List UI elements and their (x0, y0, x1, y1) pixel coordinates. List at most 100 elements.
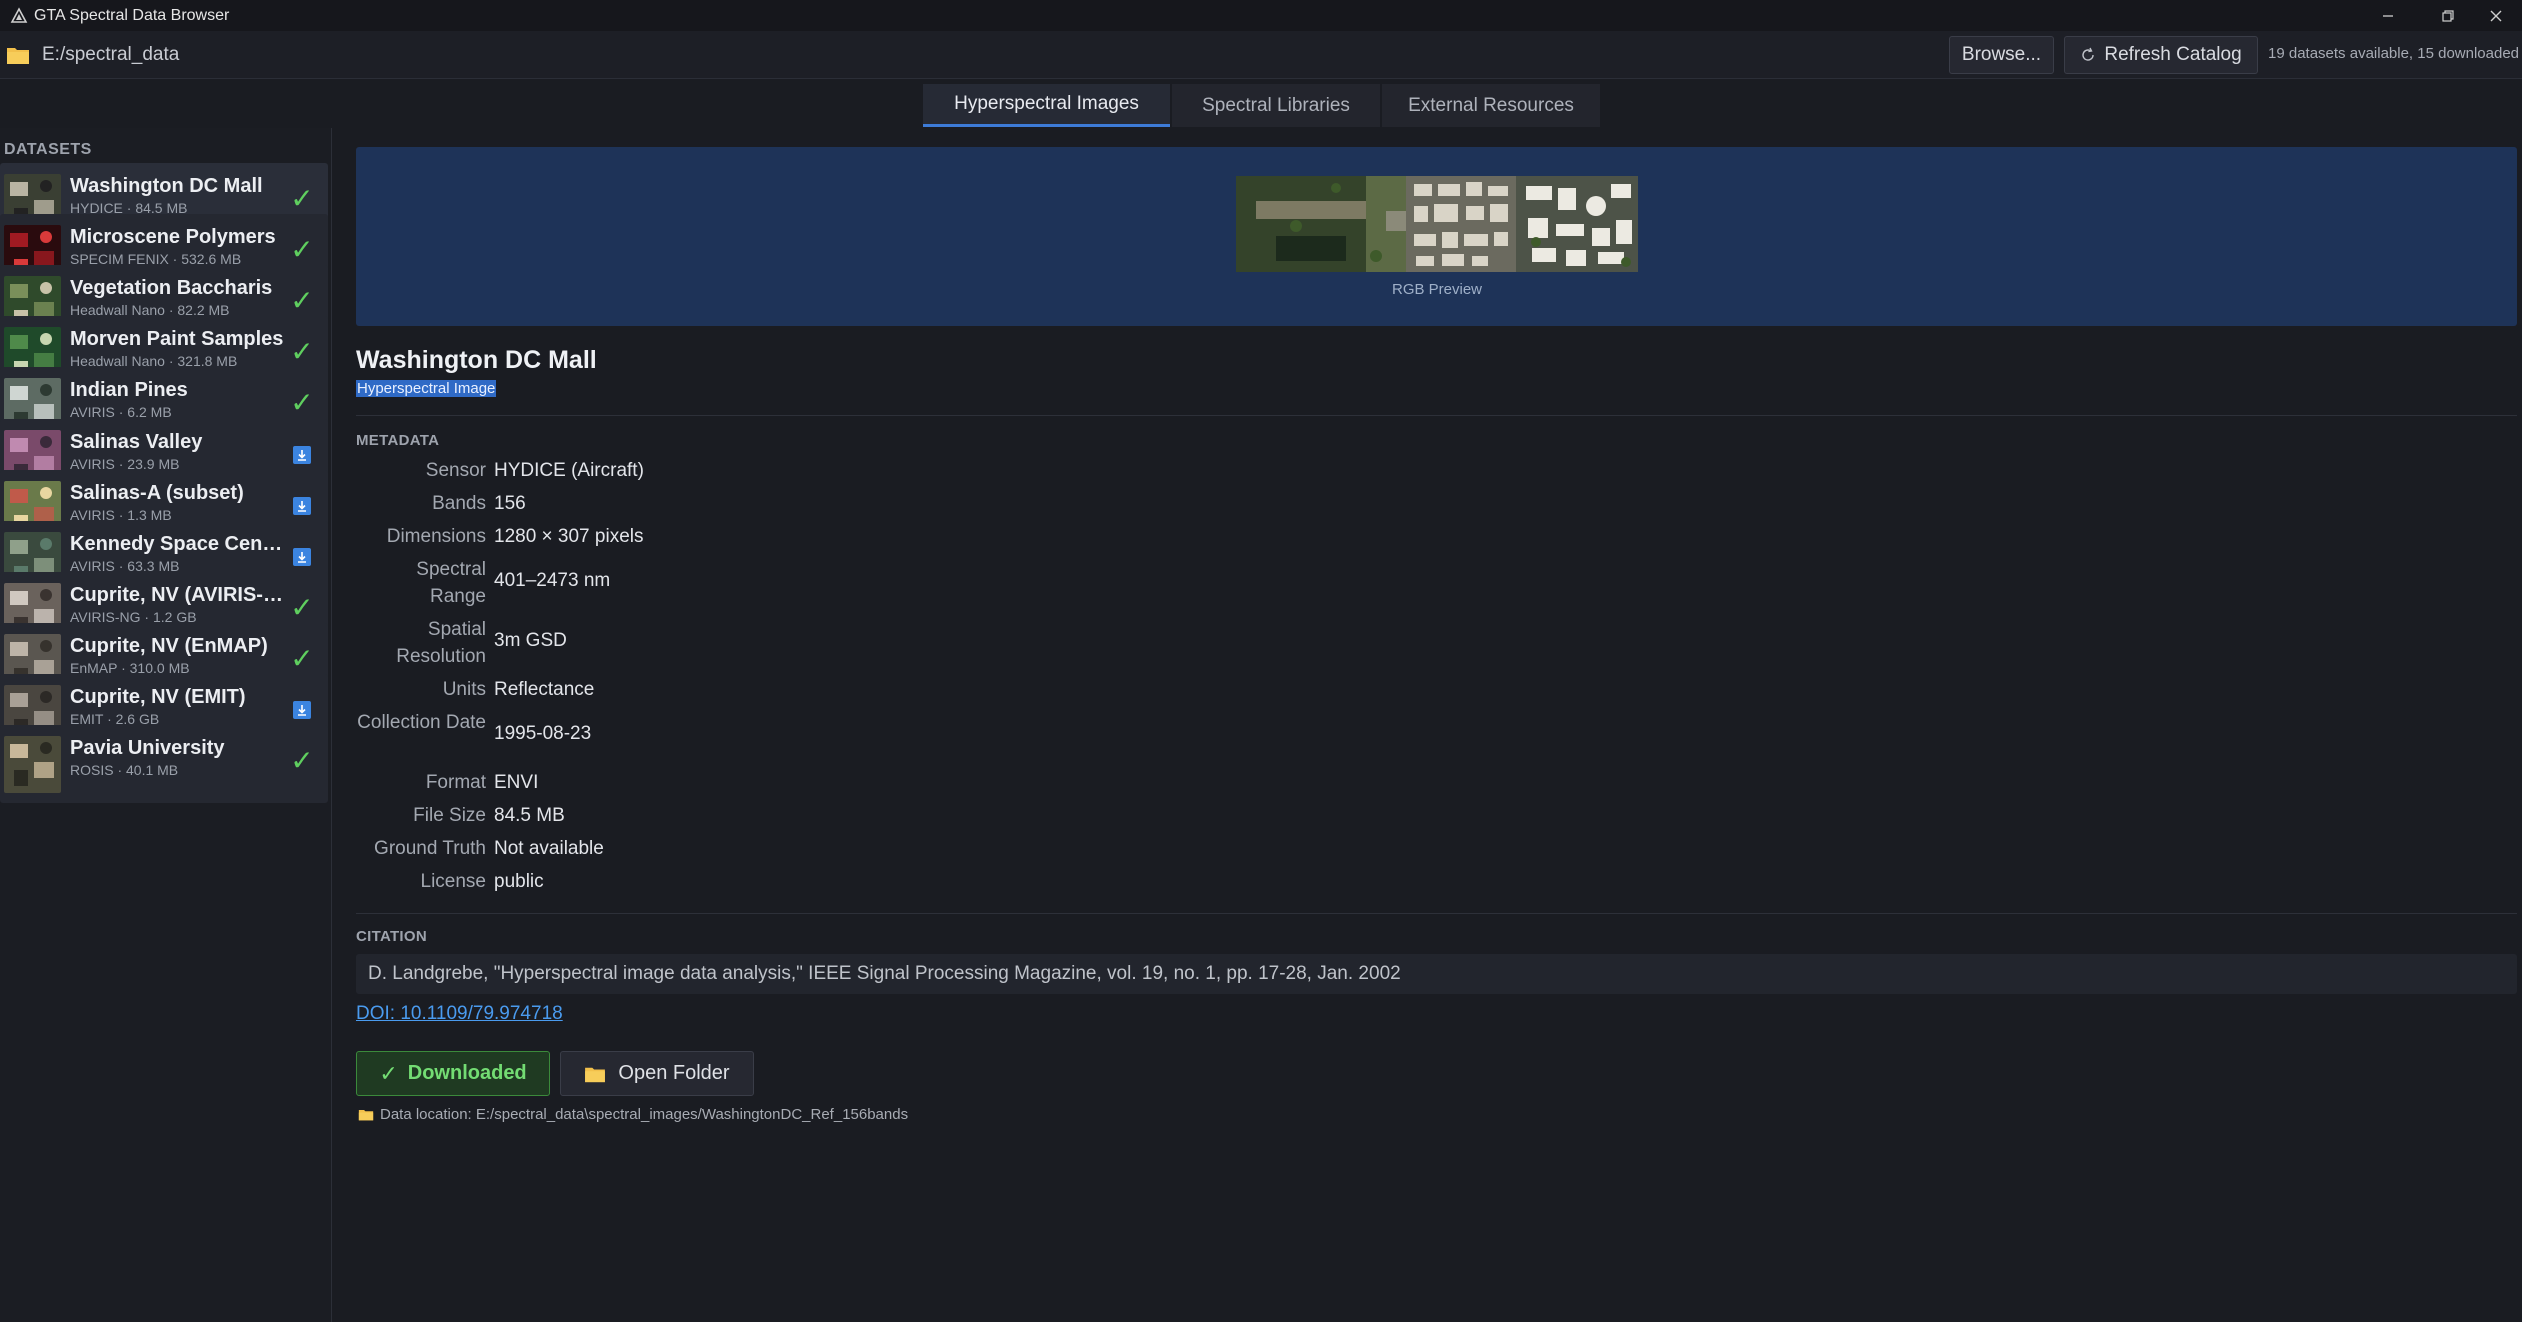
metadata-value: 84.5 MB (494, 805, 565, 826)
tab-label: External Resources (1408, 94, 1574, 116)
restore-button[interactable] (2418, 0, 2478, 31)
dataset-detail: RGB Preview Washington DC Mall Hyperspec… (356, 128, 2522, 1322)
check-icon: ✓ (290, 234, 314, 266)
dataset-name: Cuprite, NV (EnMAP) (70, 634, 268, 657)
dataset-sidebar: DATASETS Washington DC Mall HYDICE · 84.5… (0, 128, 332, 1322)
check-icon: ✓ (290, 642, 314, 674)
preview-caption: RGB Preview (1391, 281, 1483, 298)
metadata-value: 1280 × 307 pixels (494, 526, 644, 547)
downloaded-indicator: ✓ (288, 591, 316, 623)
tab-external-resources[interactable]: External Resources (1382, 84, 1600, 127)
citation-text: D. Landgrebe, "Hyperspectral image data … (356, 954, 2517, 994)
metadata-label: Format (425, 772, 486, 793)
preview-panel: RGB Preview (356, 147, 2517, 326)
minimize-button[interactable] (2358, 0, 2418, 31)
open-folder-button[interactable]: Open Folder (560, 1051, 754, 1096)
dataset-name: Washington DC Mall (70, 175, 263, 197)
dataset-thumbnail (4, 736, 61, 794)
title-bar: GTA Spectral Data Browser (0, 0, 2522, 31)
metadata-label: Collection Date (357, 712, 486, 733)
folder-icon (585, 1067, 606, 1082)
metadata-value: 1995-08-23 (494, 723, 592, 744)
downloaded-button[interactable]: ✓ Downloaded (356, 1051, 550, 1096)
downloaded-indicator: ✓ (288, 236, 316, 264)
dataset-name: Cuprite, NV (AVIRIS-NG) (70, 583, 285, 606)
download-icon (293, 547, 311, 566)
dataset-item[interactable]: Pavia University ROSIS · 40.1 MB ✓ (0, 725, 328, 804)
download-button[interactable] (288, 492, 316, 520)
dataset-meta: AVIRIS · 6.2 MB (70, 404, 172, 421)
metadata-label: Ground Truth (374, 838, 486, 859)
dataset-name: Cuprite, NV (EMIT) (70, 686, 246, 708)
tab-spectral-libraries[interactable]: Spectral Libraries (1172, 84, 1380, 127)
close-icon (2490, 10, 2502, 21)
tab-hyperspectral-images[interactable]: Hyperspectral Images (923, 84, 1170, 127)
toolbar: E:/spectral_data Browse... Refresh Catal… (0, 31, 2522, 79)
dataset-title: Washington DC Mall (356, 346, 597, 374)
divider (356, 913, 2517, 914)
download-button[interactable] (288, 543, 316, 571)
open-folder-label: Open Folder (618, 1062, 730, 1084)
metadata-value: 401–2473 nm (494, 570, 611, 591)
metadata-value: public (494, 871, 544, 892)
tab-label: Spectral Libraries (1202, 94, 1350, 116)
metadata-label: Sensor (425, 460, 486, 481)
browse-button[interactable]: Browse... (1949, 36, 2054, 74)
download-icon (293, 445, 311, 464)
check-icon: ✓ (379, 1060, 398, 1086)
metadata-label: File Size (413, 805, 486, 826)
download-button[interactable] (288, 696, 316, 724)
check-icon: ✓ (290, 745, 314, 777)
downloaded-indicator: ✓ (288, 389, 316, 417)
folder-icon (358, 1109, 374, 1121)
download-button[interactable] (288, 441, 316, 469)
downloaded-indicator: ✓ (288, 185, 316, 213)
sidebar-heading: DATASETS (4, 141, 92, 158)
dataset-name: Pavia University (70, 737, 225, 760)
doi-link[interactable]: DOI: 10.1109/79.974718 (356, 1003, 563, 1025)
dataset-name: Kennedy Space Center (70, 532, 285, 555)
tab-label: Hyperspectral Images (954, 93, 1139, 114)
check-icon: ✓ (290, 591, 314, 623)
download-icon (293, 701, 311, 719)
refresh-catalog-button[interactable]: Refresh Catalog (2064, 36, 2258, 74)
metadata-label: Spatial Resolution (396, 619, 486, 667)
dataset-name: Salinas Valley (70, 430, 203, 453)
dataset-name: Microscene Polymers (70, 226, 276, 249)
metadata-value: 3m GSD (494, 630, 567, 651)
restore-icon (2442, 9, 2454, 22)
window-title: GTA Spectral Data Browser (34, 6, 230, 24)
metadata-label: License (420, 871, 487, 892)
metadata-label: Bands (432, 493, 486, 514)
data-path: E:/spectral_data (42, 43, 180, 65)
dataset-name: Vegetation Baccharis (70, 277, 273, 300)
folder-icon (7, 47, 29, 64)
metadata-value: HYDICE (Aircraft) (494, 460, 644, 481)
dataset-name: Morven Paint Samples (70, 328, 284, 351)
downloaded-indicator: ✓ (288, 642, 316, 674)
metadata-label: Units (442, 679, 486, 700)
app-icon (10, 6, 28, 23)
metadata-value: Reflectance (494, 679, 595, 700)
tab-bar: Hyperspectral Images Spectral Libraries … (0, 80, 2522, 128)
check-icon: ✓ (290, 387, 314, 419)
downloaded-indicator: ✓ (288, 338, 316, 366)
minimize-icon (2383, 14, 2393, 17)
refresh-icon (2082, 47, 2095, 61)
downloaded-label: Downloaded (407, 1062, 527, 1084)
refresh-label: Refresh Catalog (2104, 44, 2242, 65)
data-location: Data location: E:/spectral_data\spectral… (358, 1106, 908, 1123)
data-location-text: Data location: E:/spectral_data\spectral… (380, 1106, 909, 1123)
divider (356, 415, 2517, 416)
metadata-value: 156 (494, 493, 526, 514)
check-icon: ✓ (290, 336, 314, 368)
check-icon: ✓ (290, 183, 314, 214)
downloaded-indicator: ✓ (288, 287, 316, 315)
dataset-type-badge: Hyperspectral Image (356, 380, 497, 397)
close-button[interactable] (2470, 0, 2522, 31)
dataset-meta: ROSIS · 40.1 MB (70, 762, 179, 779)
rgb-preview-image (1236, 176, 1638, 272)
catalog-status: 19 datasets available, 15 downloaded (2268, 45, 2520, 62)
dataset-name: Indian Pines (70, 379, 188, 402)
downloaded-indicator: ✓ (288, 747, 316, 775)
